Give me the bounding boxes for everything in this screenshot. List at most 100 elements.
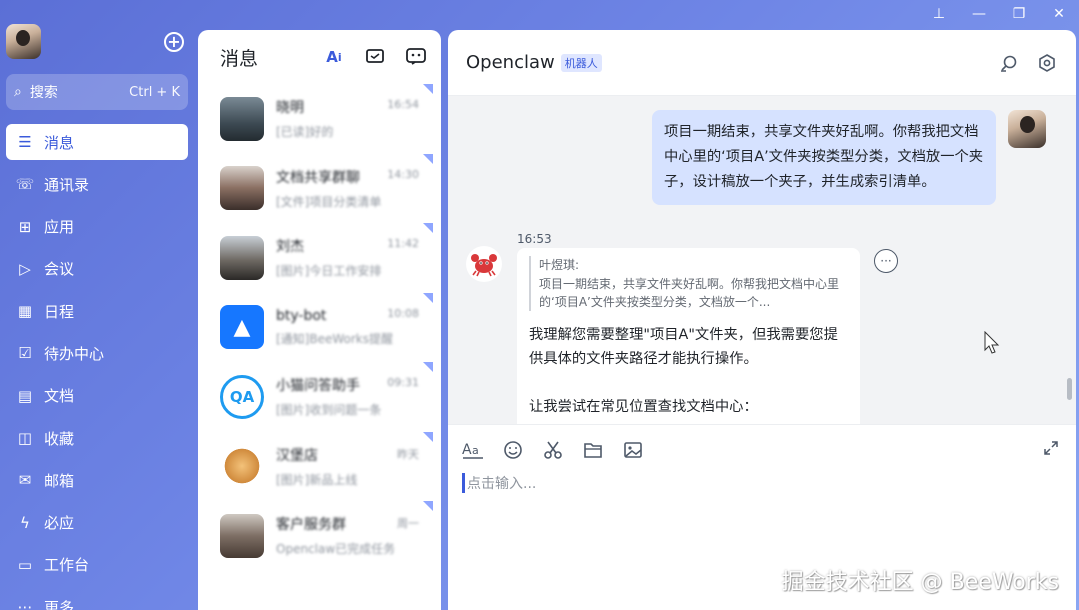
conversation-item[interactable]: 刘杰 [图片]今日工作安排 11:42 <box>198 223 441 293</box>
chat-header: Openclaw 机器人 <box>448 30 1076 96</box>
text-format-icon[interactable]: Aa <box>462 439 484 461</box>
incoming-message: 叶煜琪: 项目一期结束，共享文件夹好乱啊。你帮我把文档中心里的‘项目A’文件夹按… <box>517 248 860 424</box>
left-navigation: + ⌕ 搜索 Ctrl + K ☰ 消息 ☏ 通讯录 ⊞ 应用 ▷ 会议 ▦ 日程 ☑ 待办中心 ▤ 文档… <box>0 0 196 610</box>
message-input-placeholder: 点击输入... <box>467 476 537 492</box>
minimize-icon[interactable]: — <box>959 0 999 28</box>
nav-item-label: 更多 <box>44 598 75 610</box>
nav-item-0[interactable]: ☰ 消息 <box>6 124 188 160</box>
favorites-icon: ◫ <box>17 429 33 448</box>
conversation-avatar: QA <box>220 374 264 419</box>
conversation-preview: Openclaw已完成任务 <box>276 542 396 557</box>
nav-item-label: 工作台 <box>44 556 90 575</box>
crab-icon <box>471 254 497 277</box>
calendar-icon: ▦ <box>17 302 33 321</box>
conversation-header: 消息 Ai <box>198 30 441 84</box>
search-icon: ⌕ <box>14 84 22 100</box>
nav-item-label: 邮箱 <box>44 471 75 490</box>
document-icon: ▤ <box>17 386 33 405</box>
quote-text: 项目一期结束，共享文件夹好乱啊。你帮我把文档中心里的‘项目A’文件夹按类型分类，… <box>539 277 840 309</box>
bot-chat-icon[interactable] <box>405 46 427 68</box>
chat-panel: Openclaw 机器人 项目一期结束，共享文件夹好乱啊。你帮我把文档中心里的‘… <box>448 30 1076 610</box>
emoji-icon[interactable] <box>502 439 524 461</box>
conversation-preview: [通知]BeeWorks提醒 <box>276 331 394 346</box>
conversation-time: 昨天 <box>397 447 419 461</box>
nav-item-label: 消息 <box>44 133 75 152</box>
chat-box-icon[interactable] <box>364 46 386 68</box>
conversation-item[interactable]: 晓明 [已读]好的 16:54 <box>198 84 441 154</box>
conversation-item[interactable]: 客户服务群 Openclaw已完成任务 周一 <box>198 501 441 571</box>
search-input[interactable]: ⌕ 搜索 Ctrl + K <box>6 74 188 110</box>
nav-item-label: 文档 <box>44 387 75 406</box>
search-shortcut: Ctrl + K <box>129 84 180 100</box>
nav-item-11[interactable]: ⋯ 更多 <box>6 589 188 610</box>
conversation-time: 11:42 <box>387 237 419 250</box>
text-caret <box>462 473 465 493</box>
nav-item-2[interactable]: ⊞ 应用 <box>6 209 188 245</box>
mail-icon: ✉ <box>18 471 32 490</box>
svg-text:a: a <box>472 444 479 457</box>
close-icon[interactable]: ✕ <box>1039 0 1079 28</box>
conversation-time: 周一 <box>397 517 419 530</box>
mouse-cursor-icon <box>984 331 1000 354</box>
search-chat-icon[interactable] <box>1000 54 1018 76</box>
conversation-preview: [图片]今日工作安排 <box>276 264 382 279</box>
folder-icon[interactable] <box>582 439 604 461</box>
nav-item-8[interactable]: ✉ 邮箱 <box>6 462 188 498</box>
nav-item-10[interactable]: ▭ 工作台 <box>6 547 188 583</box>
conversation-avatar: ▲ <box>220 305 264 350</box>
pinned-corner-icon <box>423 84 433 94</box>
scissors-icon[interactable] <box>542 439 564 461</box>
nav-item-1[interactable]: ☏ 通讯录 <box>6 166 188 202</box>
maximize-icon[interactable]: ❐ <box>999 0 1039 28</box>
apps-icon: ⊞ <box>18 217 32 236</box>
reply-paragraph-2: 让我尝试在常见位置查找文档中心： <box>529 399 758 415</box>
settings-icon[interactable] <box>1038 54 1056 76</box>
composer-toolbar: Aa <box>448 425 1076 461</box>
nav-item-6[interactable]: ▤ 文档 <box>6 378 188 414</box>
message-area[interactable]: 项目一期结束，共享文件夹好乱啊。你帮我把文档中心里的‘项目A’文件夹按类型分类，… <box>448 96 1076 424</box>
image-icon[interactable] <box>622 439 644 461</box>
message-time: 16:53 <box>517 232 552 246</box>
message-more-icon[interactable]: ··· <box>874 249 898 273</box>
pinned-corner-icon <box>423 362 433 372</box>
contacts-icon: ☏ <box>15 175 35 194</box>
pinned-corner-icon <box>423 153 433 164</box>
nav-item-7[interactable]: ◫ 收藏 <box>6 420 188 456</box>
nav-item-9[interactable]: ϟ 必应 <box>6 505 188 541</box>
ai-icon[interactable]: Ai <box>323 46 345 68</box>
conversation-item[interactable]: ▲ bty-bot [通知]BeeWorks提醒 10:08 <box>198 292 441 363</box>
conversation-item[interactable]: 汉堡店 [图片]新品上线 昨天 <box>198 431 441 502</box>
conversation-time: 10:08 <box>387 306 419 320</box>
conversation-time: 14:30 <box>387 167 419 181</box>
svg-text:A: A <box>462 442 472 458</box>
nav-item-4[interactable]: ▦ 日程 <box>6 293 188 329</box>
expand-icon[interactable] <box>1044 441 1058 459</box>
nav-item-5[interactable]: ☑ 待办中心 <box>6 335 188 371</box>
conversation-list: 晓明 [已读]好的 16:54 文档共享群聊 [文件]项目分类清单 14:30 刘杰 [图片]… <box>198 84 441 571</box>
pin-icon[interactable]: ⊥ <box>919 0 959 28</box>
conversation-preview: [已读]好的 <box>276 125 334 140</box>
pinned-corner-icon <box>423 501 433 511</box>
sender-avatar[interactable] <box>1008 110 1046 148</box>
bot-avatar[interactable] <box>466 246 502 282</box>
pinned-corner-icon <box>423 223 433 233</box>
conversation-time: 16:54 <box>387 98 419 111</box>
message-input[interactable]: 点击输入... <box>462 473 536 493</box>
conversation-item[interactable]: 文档共享群聊 [文件]项目分类清单 14:30 <box>198 153 441 224</box>
conversation-avatar <box>220 235 264 280</box>
window-controls: ⊥ — ❐ ✕ <box>919 0 1079 28</box>
meeting-icon: ▷ <box>19 259 31 278</box>
nav-item-3[interactable]: ▷ 会议 <box>6 251 188 287</box>
conversation-item[interactable]: QA 小猫问答助手 [图片]收到问题一条 09:31 <box>198 362 441 432</box>
user-avatar[interactable] <box>6 24 41 59</box>
watermark: 掘金技术社区 @ BeeWorks <box>781 570 1059 595</box>
reply-paragraph-1: 我理解您需要整理"项目A"文件夹，但我需要您提供具体的文件夹路径才能执行操作。 <box>529 327 838 367</box>
nav-item-label: 待办中心 <box>44 344 105 363</box>
chat-title: Openclaw <box>466 52 555 73</box>
chat-scrollbar[interactable] <box>1067 378 1072 400</box>
add-icon[interactable]: + <box>164 32 184 52</box>
conversation-avatar <box>220 166 264 211</box>
bot-badge: 机器人 <box>560 53 602 72</box>
conversation-time: 09:31 <box>387 376 419 389</box>
conversation-title: 消息 <box>220 47 259 70</box>
